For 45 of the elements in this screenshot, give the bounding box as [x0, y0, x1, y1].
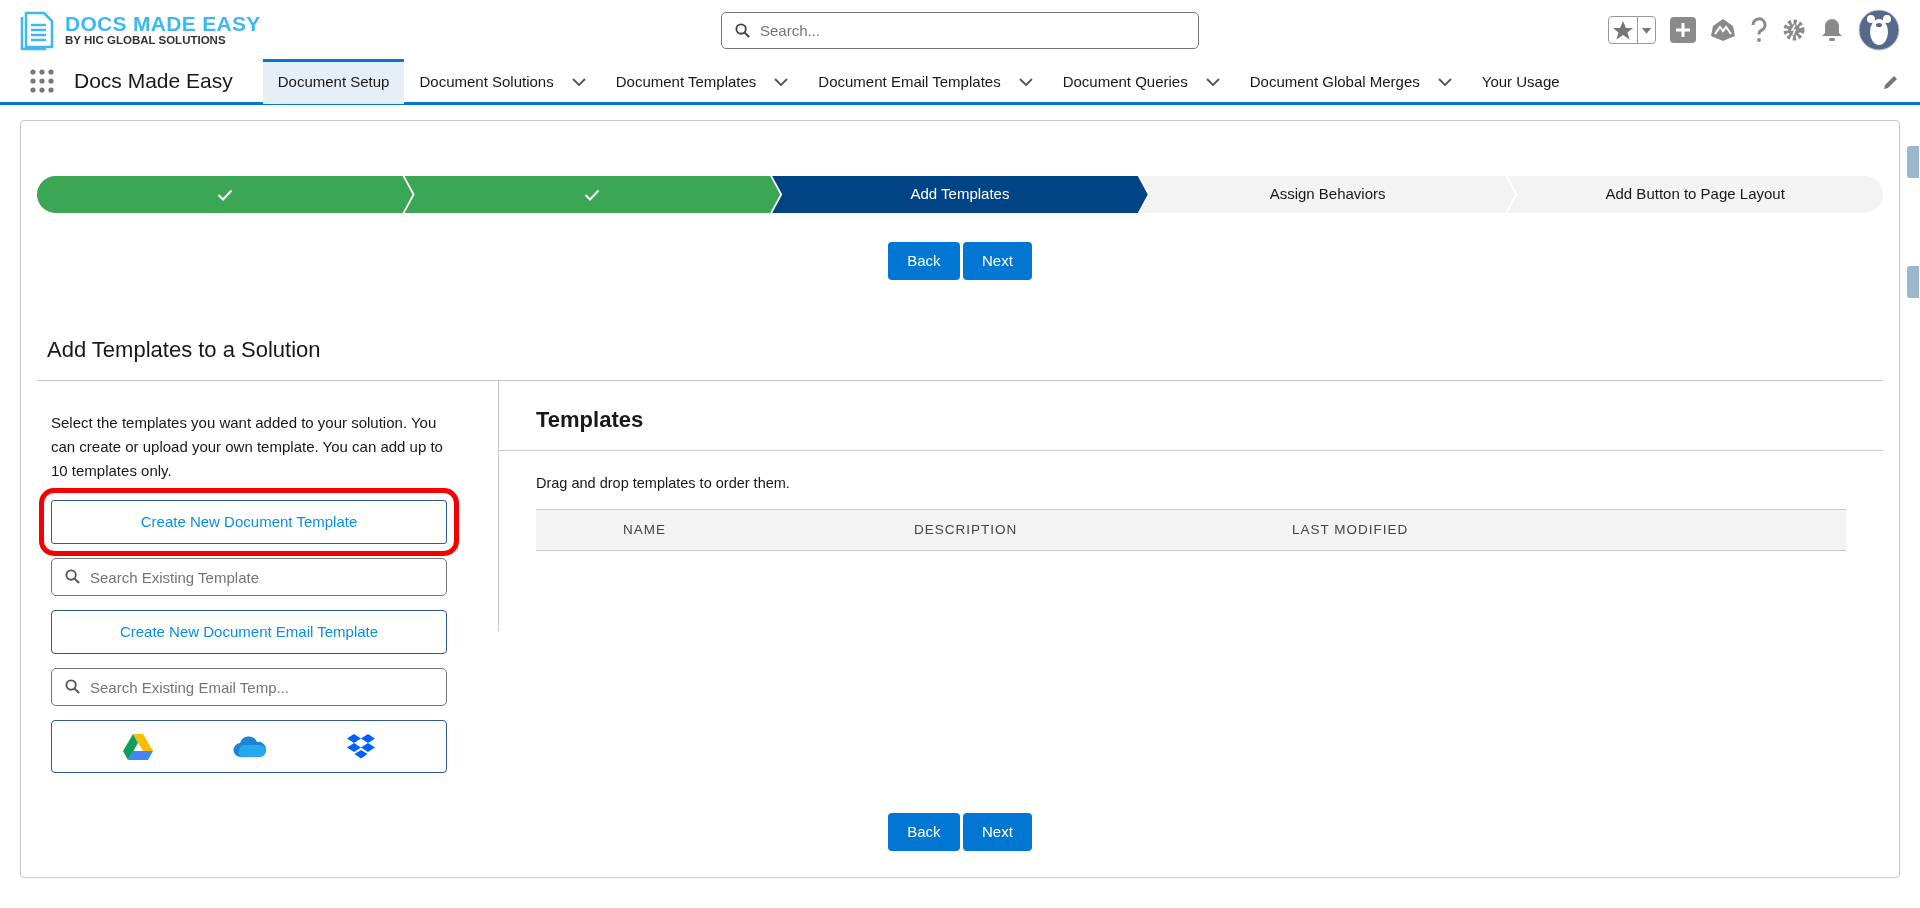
search-icon — [65, 679, 80, 694]
nav-tab[interactable]: Your Usage — [1466, 58, 1575, 104]
nav-tab[interactable]: Document Setup — [262, 58, 405, 104]
mountain-icon[interactable] — [1710, 18, 1736, 42]
panel-handle[interactable] — [1907, 146, 1919, 178]
app-name: Docs Made Easy — [74, 68, 233, 95]
panel-handle[interactable] — [1907, 266, 1919, 298]
progress-step: Assign Behaviors — [1139, 176, 1516, 213]
settings-icon[interactable] — [1782, 18, 1806, 42]
avatar-icon[interactable] — [1858, 9, 1900, 51]
check-icon — [216, 188, 233, 201]
progress-step: Add Button to Page Layout — [1507, 176, 1883, 213]
check-icon — [584, 188, 601, 201]
column-header: NAME — [622, 520, 667, 539]
section-title: Add Templates to a Solution — [47, 336, 321, 364]
nav-tab[interactable]: Document Templates — [600, 58, 804, 104]
logo-title: DOCS MADE EASY — [65, 13, 261, 35]
nav-tab[interactable]: Document Email Templates — [803, 58, 1048, 104]
cloud-icon[interactable] — [233, 735, 267, 758]
back-button[interactable]: Back — [888, 813, 960, 851]
template-search-field[interactable]: Search Existing Template — [51, 558, 447, 596]
help-icon[interactable] — [1750, 17, 1768, 43]
drive-icon[interactable] — [121, 732, 154, 761]
app-launcher-icon[interactable] — [30, 69, 54, 93]
templates-title: Templates — [536, 407, 644, 432]
favorites-button[interactable] — [1608, 16, 1656, 44]
back-button[interactable]: Back — [888, 242, 960, 280]
search-icon — [65, 569, 80, 584]
global-search-field[interactable]: Search... — [721, 11, 1199, 49]
create-template-button[interactable]: Create New Document Email Template — [51, 610, 447, 654]
column-header: LAST MODIFIED — [1292, 520, 1410, 539]
add-icon[interactable] — [1670, 17, 1696, 43]
instructions-text: Select the templates you want added to your solution. You can create or upload your own template. You can add up to 10 templates only. — [51, 413, 444, 481]
nav-tab[interactable]: Document Queries — [1047, 58, 1235, 104]
template-search-field[interactable]: Search Existing Email Temp... — [51, 668, 447, 706]
progress-step: Add Templates — [772, 176, 1148, 213]
logo-subtitle: BY HIC GLOBAL SOLUTIONS — [65, 34, 227, 47]
nav-tab[interactable]: Document Solutions — [404, 58, 601, 104]
notifications-icon[interactable] — [1820, 17, 1844, 43]
next-button[interactable]: Next — [963, 242, 1032, 280]
templates-hint: Drag and drop templates to order them. — [536, 475, 790, 491]
column-header: DESCRIPTION — [914, 520, 1019, 539]
nav-tab[interactable]: Document Global Merges — [1234, 58, 1467, 104]
next-button[interactable]: Next — [963, 813, 1032, 851]
open-box-icon[interactable] — [346, 732, 377, 761]
